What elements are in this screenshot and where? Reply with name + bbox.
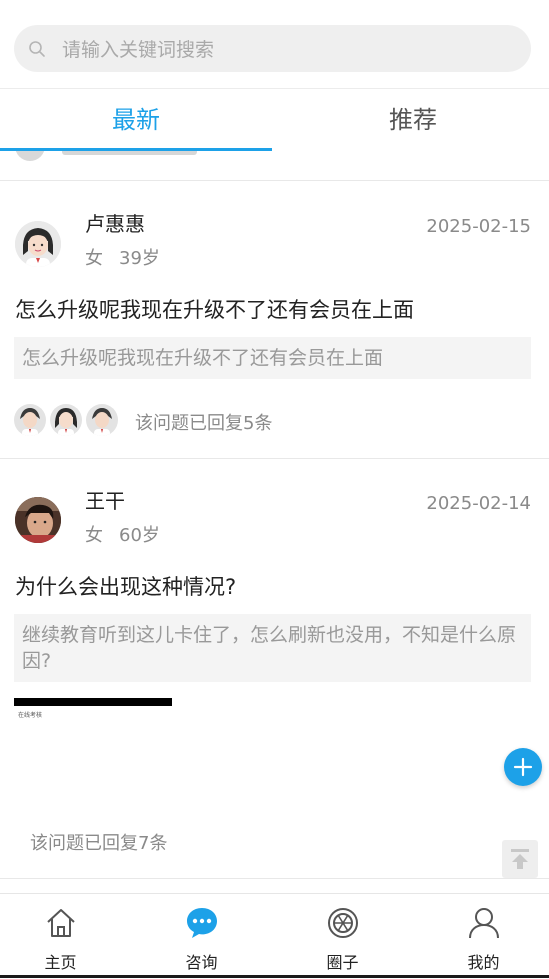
author-meta: 女 39岁: [85, 244, 160, 270]
search-input[interactable]: [60, 25, 504, 74]
post-title: 怎么升级呢我现在升级不了还有会员在上面: [15, 298, 414, 322]
previous-post-text: [62, 151, 197, 155]
nav-item-consult[interactable]: 咨询: [133, 894, 270, 979]
post-image-caption: 在线考核: [18, 712, 43, 719]
plus-icon: [513, 757, 533, 777]
nav-label: 主页: [44, 953, 77, 972]
avatar: [86, 404, 118, 436]
post-title: 为什么会出现这种情况?: [15, 575, 237, 599]
post-description: 继续教育听到这儿卡住了，怎么刷新也没用，不知是什么原因?: [14, 614, 531, 682]
post-date: 2025-02-15: [426, 216, 531, 237]
avatar: [15, 151, 45, 161]
reply-count: 该问题已回复7条: [30, 833, 168, 854]
author-gender: 女: [85, 248, 103, 269]
divider: [0, 878, 549, 879]
aperture-icon: [328, 908, 358, 938]
author-meta: 女 60岁: [85, 521, 160, 547]
previous-post-peek: [0, 151, 549, 181]
search-bar: [0, 0, 549, 88]
arrow-up-icon: [511, 849, 529, 869]
nav-item-circle[interactable]: 圈子: [274, 894, 411, 979]
tab-bar: 最新 推荐: [0, 88, 549, 152]
post-card[interactable]: 王干 女 60岁 2025-02-14 为什么会出现这种情况? 继续教育听到这儿卡…: [0, 459, 549, 879]
nav-label: 咨询: [185, 953, 218, 972]
add-question-button[interactable]: [504, 748, 542, 786]
tab-latest[interactable]: 最新: [0, 89, 272, 151]
avatar: [50, 404, 82, 436]
nav-label: 圈子: [326, 953, 359, 972]
reply-count: 该问题已回复5条: [135, 413, 273, 434]
avatar: [14, 404, 46, 436]
search-box[interactable]: [14, 25, 531, 74]
nav-item-home[interactable]: 主页: [0, 894, 129, 979]
author-name: 卢惠惠: [85, 212, 145, 236]
author-name: 王干: [85, 489, 125, 513]
author-gender: 女: [85, 525, 103, 546]
back-to-top-button[interactable]: [502, 840, 538, 878]
nav-item-mine[interactable]: 我的: [415, 894, 549, 979]
chat-icon: [187, 908, 217, 938]
post-image[interactable]: [14, 698, 172, 706]
reply-avatars: [14, 404, 122, 436]
post-date: 2025-02-14: [426, 493, 531, 514]
avatar: [15, 221, 61, 267]
author-age: 39岁: [119, 248, 160, 269]
post-card[interactable]: 卢惠惠 女 39岁 2025-02-15 怎么升级呢我现在升级不了还有会员在上面 …: [0, 181, 549, 458]
post-description: 怎么升级呢我现在升级不了还有会员在上面: [14, 337, 531, 379]
user-icon: [469, 908, 499, 939]
nav-label: 我的: [467, 953, 500, 972]
search-icon: [29, 41, 45, 57]
author-age: 60岁: [119, 525, 160, 546]
tab-recommended[interactable]: 推荐: [277, 89, 549, 151]
bottom-nav: 主页 咨询 圈子 我的: [0, 893, 549, 979]
avatar: [15, 497, 61, 543]
home-icon: [47, 909, 75, 937]
